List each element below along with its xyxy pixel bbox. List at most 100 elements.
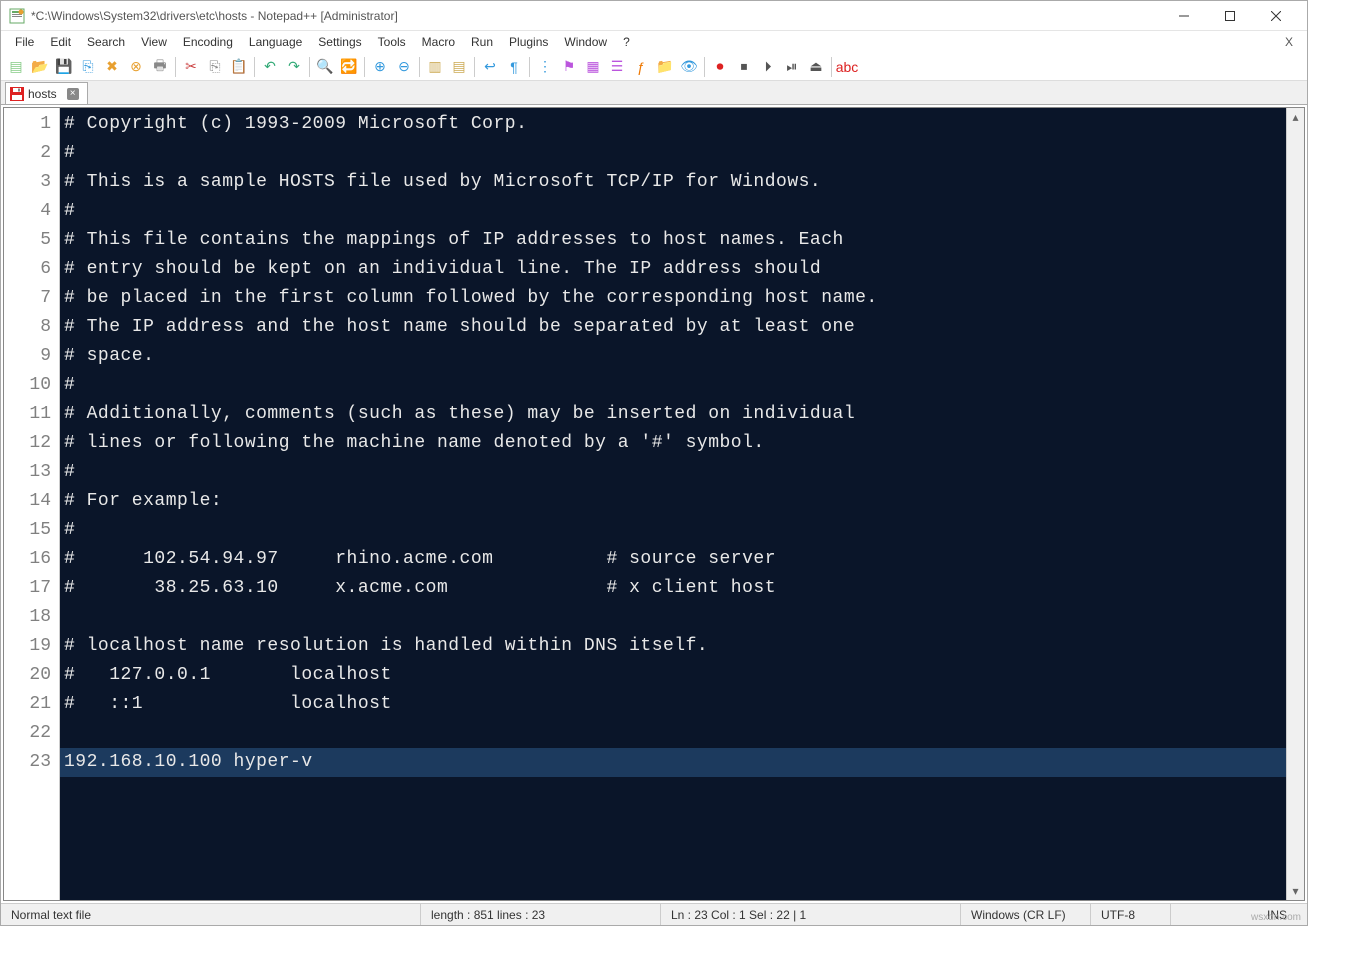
line-number-gutter: 1234567891011121314151617181920212223 <box>4 108 60 900</box>
code-line[interactable]: # 102.54.94.97 rhino.acme.com # source s… <box>64 545 1282 574</box>
code-line[interactable] <box>64 603 1282 632</box>
line-number: 6 <box>6 255 51 284</box>
vertical-scrollbar[interactable]: ▴ ▾ <box>1286 108 1304 900</box>
save-all-icon[interactable]: ⎘ <box>77 56 99 78</box>
window-controls <box>1161 1 1299 31</box>
record-icon[interactable]: ⏺ <box>709 56 731 78</box>
print-icon[interactable]: 🖶 <box>149 56 171 78</box>
code-line[interactable]: # <box>64 458 1282 487</box>
line-number: 10 <box>6 371 51 400</box>
code-line[interactable]: # lines or following the machine name de… <box>64 429 1282 458</box>
indent-guide-icon[interactable]: ⋮ <box>534 56 556 78</box>
code-line[interactable]: # space. <box>64 342 1282 371</box>
code-line[interactable]: # Copyright (c) 1993-2009 Microsoft Corp… <box>64 110 1282 139</box>
spellcheck-icon[interactable]: abc <box>836 56 858 78</box>
menu-help[interactable]: ? <box>615 33 638 51</box>
code-line[interactable]: # <box>64 516 1282 545</box>
undo-icon[interactable]: ↶ <box>259 56 281 78</box>
code-line[interactable]: # This file contains the mappings of IP … <box>64 226 1282 255</box>
line-number: 3 <box>6 168 51 197</box>
wrap-icon[interactable]: ↩ <box>479 56 501 78</box>
save-icon[interactable]: 💾 <box>53 56 75 78</box>
scroll-down-icon[interactable]: ▾ <box>1287 882 1304 900</box>
stop-icon[interactable]: ⏹ <box>733 56 755 78</box>
menu-language[interactable]: Language <box>241 33 310 51</box>
menu-view[interactable]: View <box>133 33 175 51</box>
maximize-button[interactable] <box>1207 1 1253 31</box>
status-cursor: Ln : 23 Col : 1 Sel : 22 | 1 <box>661 904 961 925</box>
code-line[interactable]: # 127.0.0.1 localhost <box>64 661 1282 690</box>
play-icon[interactable]: ⏵ <box>757 56 779 78</box>
find-icon[interactable]: 🔍 <box>314 56 336 78</box>
paste-icon[interactable]: 📋 <box>228 56 250 78</box>
code-line[interactable]: # This is a sample HOSTS file used by Mi… <box>64 168 1282 197</box>
zoom-out-icon[interactable]: ⊖ <box>393 56 415 78</box>
code-line[interactable] <box>64 719 1282 748</box>
window-title: *C:\Windows\System32\drivers\etc\hosts -… <box>31 9 1161 23</box>
line-number: 8 <box>6 313 51 342</box>
menu-encoding[interactable]: Encoding <box>175 33 241 51</box>
menu-run[interactable]: Run <box>463 33 501 51</box>
line-number: 15 <box>6 516 51 545</box>
menu-edit[interactable]: Edit <box>42 33 79 51</box>
line-number: 12 <box>6 429 51 458</box>
scroll-track[interactable] <box>1287 126 1304 882</box>
new-file-icon[interactable]: ▤ <box>5 56 27 78</box>
line-number: 14 <box>6 487 51 516</box>
status-encoding[interactable]: UTF-8 <box>1091 904 1171 925</box>
scroll-up-icon[interactable]: ▴ <box>1287 108 1304 126</box>
open-file-icon[interactable]: 📂 <box>29 56 51 78</box>
code-line[interactable]: # ::1 localhost <box>64 690 1282 719</box>
redo-icon[interactable]: ↷ <box>283 56 305 78</box>
close-button[interactable] <box>1253 1 1299 31</box>
sync-h-icon[interactable]: ▤ <box>448 56 470 78</box>
code-line[interactable]: # be placed in the first column followed… <box>64 284 1282 313</box>
code-line[interactable]: # <box>64 197 1282 226</box>
toolbar-separator <box>254 57 255 77</box>
code-line[interactable]: # <box>64 371 1282 400</box>
menu-search[interactable]: Search <box>79 33 133 51</box>
line-number: 18 <box>6 603 51 632</box>
show-all-icon[interactable]: ¶ <box>503 56 525 78</box>
copy-icon[interactable]: ⎘ <box>204 56 226 78</box>
status-length: length : 851 lines : 23 <box>421 904 661 925</box>
doc-close-button[interactable]: X <box>1277 33 1301 51</box>
code-line[interactable]: # Additionally, comments (such as these)… <box>64 400 1282 429</box>
folder-icon[interactable]: 📁 <box>654 56 676 78</box>
code-area[interactable]: # Copyright (c) 1993-2009 Microsoft Corp… <box>60 108 1286 900</box>
sync-v-icon[interactable]: ▥ <box>424 56 446 78</box>
play2-icon[interactable]: ⏯ <box>781 56 803 78</box>
menu-window[interactable]: Window <box>556 33 615 51</box>
minimize-button[interactable] <box>1161 1 1207 31</box>
menu-plugins[interactable]: Plugins <box>501 33 556 51</box>
monitor-icon[interactable]: 👁 <box>678 56 700 78</box>
menu-tools[interactable]: Tools <box>370 33 414 51</box>
line-number: 11 <box>6 400 51 429</box>
close-icon[interactable]: ✖ <box>101 56 123 78</box>
replace-icon[interactable]: 🔁 <box>338 56 360 78</box>
doc-list-icon[interactable]: ☰ <box>606 56 628 78</box>
code-line[interactable]: # localhost name resolution is handled w… <box>64 632 1282 661</box>
menu-file[interactable]: File <box>7 33 42 51</box>
doc-map-icon[interactable]: ▦ <box>582 56 604 78</box>
line-number: 4 <box>6 197 51 226</box>
menu-macro[interactable]: Macro <box>414 33 463 51</box>
code-line[interactable]: # For example: <box>64 487 1282 516</box>
code-line[interactable]: # The IP address and the host name shoul… <box>64 313 1282 342</box>
code-line[interactable]: # entry should be kept on an individual … <box>64 255 1282 284</box>
toolbar-separator <box>831 57 832 77</box>
udl-icon[interactable]: ⚑ <box>558 56 580 78</box>
zoom-in-icon[interactable]: ⊕ <box>369 56 391 78</box>
toolbar-separator <box>529 57 530 77</box>
line-number: 19 <box>6 632 51 661</box>
menu-settings[interactable]: Settings <box>310 33 369 51</box>
code-line[interactable]: # 38.25.63.10 x.acme.com # x client host <box>64 574 1282 603</box>
tab-close-icon[interactable]: × <box>67 88 79 100</box>
tab-hosts[interactable]: hosts × <box>5 82 88 104</box>
cut-icon[interactable]: ✂ <box>180 56 202 78</box>
close-all-icon[interactable]: ⊗ <box>125 56 147 78</box>
code-line[interactable]: # <box>64 139 1282 168</box>
status-eol[interactable]: Windows (CR LF) <box>961 904 1091 925</box>
save-macro-icon[interactable]: ⏏ <box>805 56 827 78</box>
func-list-icon[interactable]: ƒ <box>630 56 652 78</box>
